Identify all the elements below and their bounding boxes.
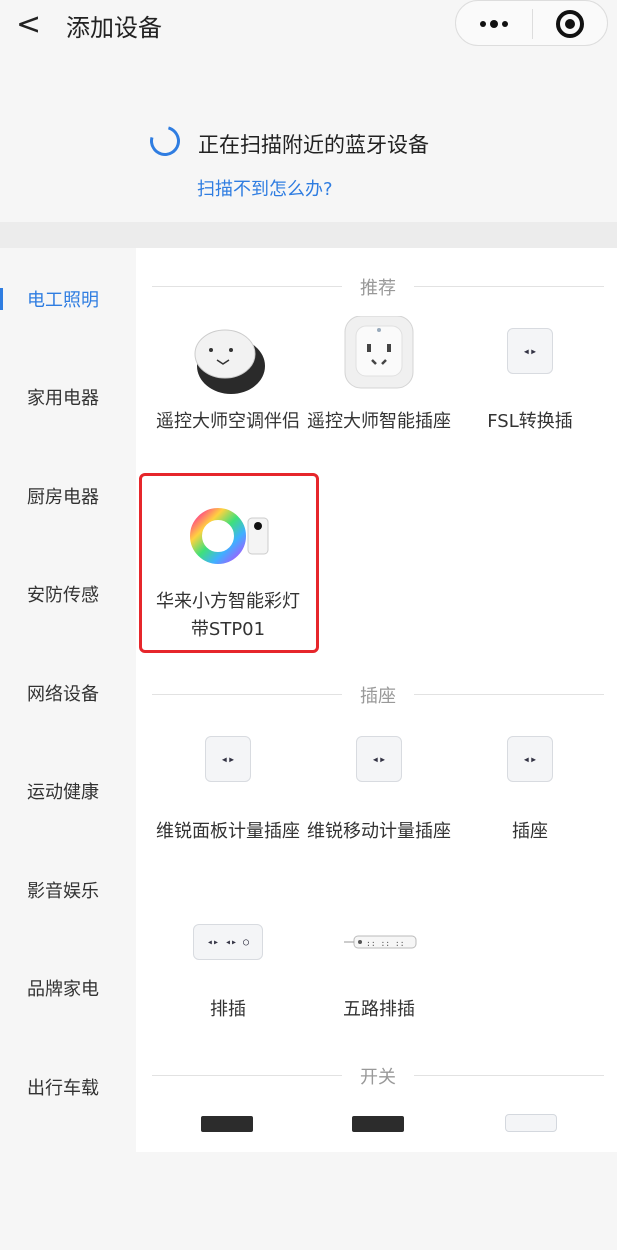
power-strip-icon: ◂▸ ◂▸ ○ bbox=[153, 914, 303, 996]
device-name: FSL转换插 bbox=[487, 411, 573, 432]
sidebar-item-vehicle[interactable]: 出行车载 bbox=[0, 1038, 136, 1136]
switch-icon bbox=[153, 1106, 303, 1146]
device-name: 插座 bbox=[512, 821, 548, 842]
scan-status: 正在扫描附近的蓝牙设备 bbox=[198, 133, 429, 157]
section-title-socket: 插座 bbox=[152, 682, 604, 707]
section-title-recommend: 推荐 bbox=[152, 274, 604, 299]
device-card-smart-socket[interactable]: 遥控大师智能插座 bbox=[304, 315, 454, 436]
outlet-icon: ◂▸ bbox=[455, 726, 605, 818]
device-card-power-strip[interactable]: ◂▸ ◂▸ ○ 排插 bbox=[153, 914, 303, 1024]
device-name: 排插 bbox=[210, 999, 246, 1020]
device-card-ac-companion[interactable]: 遥控大师空调伴侣 bbox=[153, 316, 303, 436]
outlet-icon: ◂▸ bbox=[153, 726, 303, 818]
smart-socket-icon bbox=[304, 315, 454, 408]
section-title-switch: 开关 bbox=[152, 1063, 604, 1088]
device-name: 五路排插 bbox=[343, 999, 415, 1020]
device-card-socket[interactable]: ◂▸ 插座 bbox=[455, 726, 605, 846]
more-icon[interactable] bbox=[474, 1, 514, 47]
sidebar-item-health[interactable]: 运动健康 bbox=[0, 742, 136, 840]
mini-program-capsule bbox=[455, 0, 608, 46]
switch-icon bbox=[304, 1106, 454, 1146]
device-card-switch-3[interactable] bbox=[455, 1106, 605, 1146]
device-card-mobile-meter-socket[interactable]: ◂▸ 维锐移动计量插座 bbox=[304, 726, 454, 846]
switch-icon bbox=[455, 1106, 605, 1146]
device-name: 遥控大师空调伴侣 bbox=[156, 411, 300, 432]
sidebar-item-security[interactable]: 安防传感 bbox=[0, 545, 136, 643]
device-name: 维锐面板计量插座 bbox=[156, 821, 300, 842]
outlet-icon: ◂▸ bbox=[304, 726, 454, 818]
device-card-panel-meter-socket[interactable]: ◂▸ 维锐面板计量插座 bbox=[153, 726, 303, 846]
page-title: 添加设备 bbox=[66, 14, 162, 42]
highlight-box bbox=[139, 473, 319, 653]
sidebar-item-kitchen[interactable]: 厨房电器 bbox=[0, 447, 136, 545]
device-list: 推荐 遥控大师空调伴侣 遥控大师智能插座 ◂▸ FSL转换插 华来小方智能彩灯带… bbox=[136, 248, 617, 1152]
scan-help-link[interactable]: 扫描不到怎么办? bbox=[197, 175, 333, 201]
device-name: 遥控大师智能插座 bbox=[307, 411, 451, 432]
sidebar-item-appliances[interactable]: 家用电器 bbox=[0, 348, 136, 446]
svg-text::: :: ::: :: :: :: bbox=[366, 939, 405, 948]
device-card-fsl-adapter[interactable]: ◂▸ FSL转换插 bbox=[455, 316, 605, 436]
outlet-icon: ◂▸ bbox=[455, 316, 605, 408]
bottom-area bbox=[0, 1152, 617, 1250]
header-bar: < 添加设备 bbox=[0, 0, 617, 56]
sidebar-item-entertainment[interactable]: 影音娱乐 bbox=[0, 841, 136, 939]
long-power-strip-icon: :: :: :: bbox=[304, 914, 454, 996]
category-sidebar: 电工照明 家用电器 厨房电器 安防传感 网络设备 运动健康 影音娱乐 品牌家电 … bbox=[0, 248, 136, 1250]
sidebar-item-brand[interactable]: 品牌家电 bbox=[0, 939, 136, 1037]
sidebar-item-network[interactable]: 网络设备 bbox=[0, 644, 136, 742]
device-name: 维锐移动计量插座 bbox=[307, 821, 451, 842]
device-card-switch-2[interactable] bbox=[304, 1106, 454, 1146]
sidebar-item-electrical[interactable]: 电工照明 bbox=[0, 250, 136, 348]
loading-spinner-icon bbox=[144, 120, 186, 162]
device-card-five-way-strip[interactable]: :: :: :: 五路排插 bbox=[304, 914, 454, 1024]
scan-panel: 正在扫描附近的蓝牙设备 扫描不到怎么办? bbox=[0, 56, 617, 222]
target-icon[interactable] bbox=[556, 10, 584, 38]
back-icon[interactable]: < bbox=[16, 6, 46, 44]
section-divider bbox=[0, 222, 617, 248]
device-card-switch-1[interactable] bbox=[153, 1106, 303, 1146]
ac-companion-icon bbox=[153, 316, 303, 408]
capsule-divider bbox=[532, 9, 533, 39]
